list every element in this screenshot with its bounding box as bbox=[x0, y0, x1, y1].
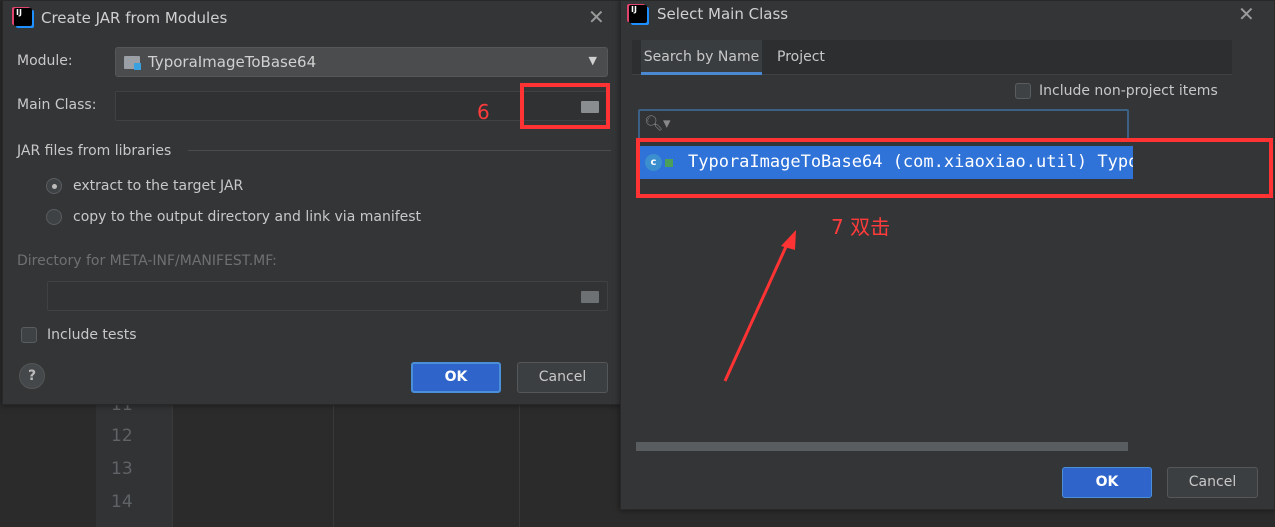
annotation-highlight-box bbox=[636, 138, 1273, 198]
ok-button[interactable]: OK bbox=[411, 362, 501, 393]
editor-gutter: 11 12 13 14 bbox=[96, 395, 173, 527]
module-dropdown[interactable]: TyporaImageToBase64 ▼ bbox=[115, 47, 608, 77]
editor-guide bbox=[519, 395, 520, 527]
module-folder-icon bbox=[124, 56, 141, 70]
annotation-step-7: 7 双击 bbox=[831, 215, 891, 239]
module-label: Module: bbox=[17, 53, 73, 69]
help-button[interactable]: ? bbox=[19, 363, 45, 389]
line-number: 14 bbox=[111, 492, 133, 512]
intellij-logo-icon: IJ bbox=[14, 8, 32, 26]
section-divider bbox=[188, 150, 611, 151]
include-non-project-label[interactable]: Include non-project items bbox=[1039, 83, 1218, 99]
include-tests-label[interactable]: Include tests bbox=[47, 327, 137, 343]
dialog-title: Select Main Class bbox=[657, 5, 789, 23]
include-tests-checkbox[interactable] bbox=[21, 327, 37, 343]
line-number: 13 bbox=[111, 459, 133, 479]
line-number: 12 bbox=[111, 426, 133, 446]
search-input[interactable]: 🔍︎▾ bbox=[638, 109, 1129, 141]
horizontal-scrollbar[interactable] bbox=[636, 442, 1128, 451]
manifest-dir-label: Directory for META-INF/MANIFEST.MF: bbox=[17, 253, 277, 269]
editor-guide bbox=[333, 395, 334, 527]
module-value: TyporaImageToBase64 bbox=[148, 53, 317, 71]
include-non-project-checkbox[interactable] bbox=[1015, 83, 1031, 99]
radio-copy-label[interactable]: copy to the output directory and link vi… bbox=[73, 209, 421, 225]
select-main-class-dialog: IJ Select Main Class ✕ Search by Name Pr… bbox=[620, 0, 1275, 510]
dialog-title: Create JAR from Modules bbox=[41, 9, 228, 27]
intellij-logo-icon: IJ bbox=[629, 5, 647, 23]
close-icon[interactable]: ✕ bbox=[588, 5, 605, 29]
libraries-section-title: JAR files from libraries bbox=[17, 143, 172, 159]
annotation-arrow-icon bbox=[723, 230, 796, 382]
radio-copy[interactable] bbox=[46, 209, 62, 225]
search-icon: 🔍︎▾ bbox=[644, 114, 671, 132]
cancel-button[interactable]: Cancel bbox=[1167, 467, 1258, 498]
chevron-down-icon: ▼ bbox=[588, 54, 597, 67]
tab-search-by-name[interactable]: Search by Name bbox=[641, 40, 762, 75]
manifest-folder-icon bbox=[581, 291, 599, 303]
close-icon[interactable]: ✕ bbox=[1238, 2, 1255, 26]
radio-extract[interactable] bbox=[46, 178, 62, 194]
main-class-label: Main Class: bbox=[17, 97, 97, 113]
create-jar-dialog: IJ Create JAR from Modules ✕ Module: Typ… bbox=[2, 0, 627, 405]
radio-extract-label[interactable]: extract to the target JAR bbox=[73, 178, 243, 194]
tab-bar: Search by Name Project bbox=[632, 40, 1232, 75]
tab-project[interactable]: Project bbox=[777, 40, 825, 75]
ok-button[interactable]: OK bbox=[1062, 467, 1152, 498]
manifest-dir-input bbox=[47, 281, 608, 311]
annotation-step-6: 6 bbox=[477, 100, 490, 124]
cancel-button[interactable]: Cancel bbox=[517, 362, 608, 393]
annotation-highlight-box bbox=[520, 83, 610, 129]
